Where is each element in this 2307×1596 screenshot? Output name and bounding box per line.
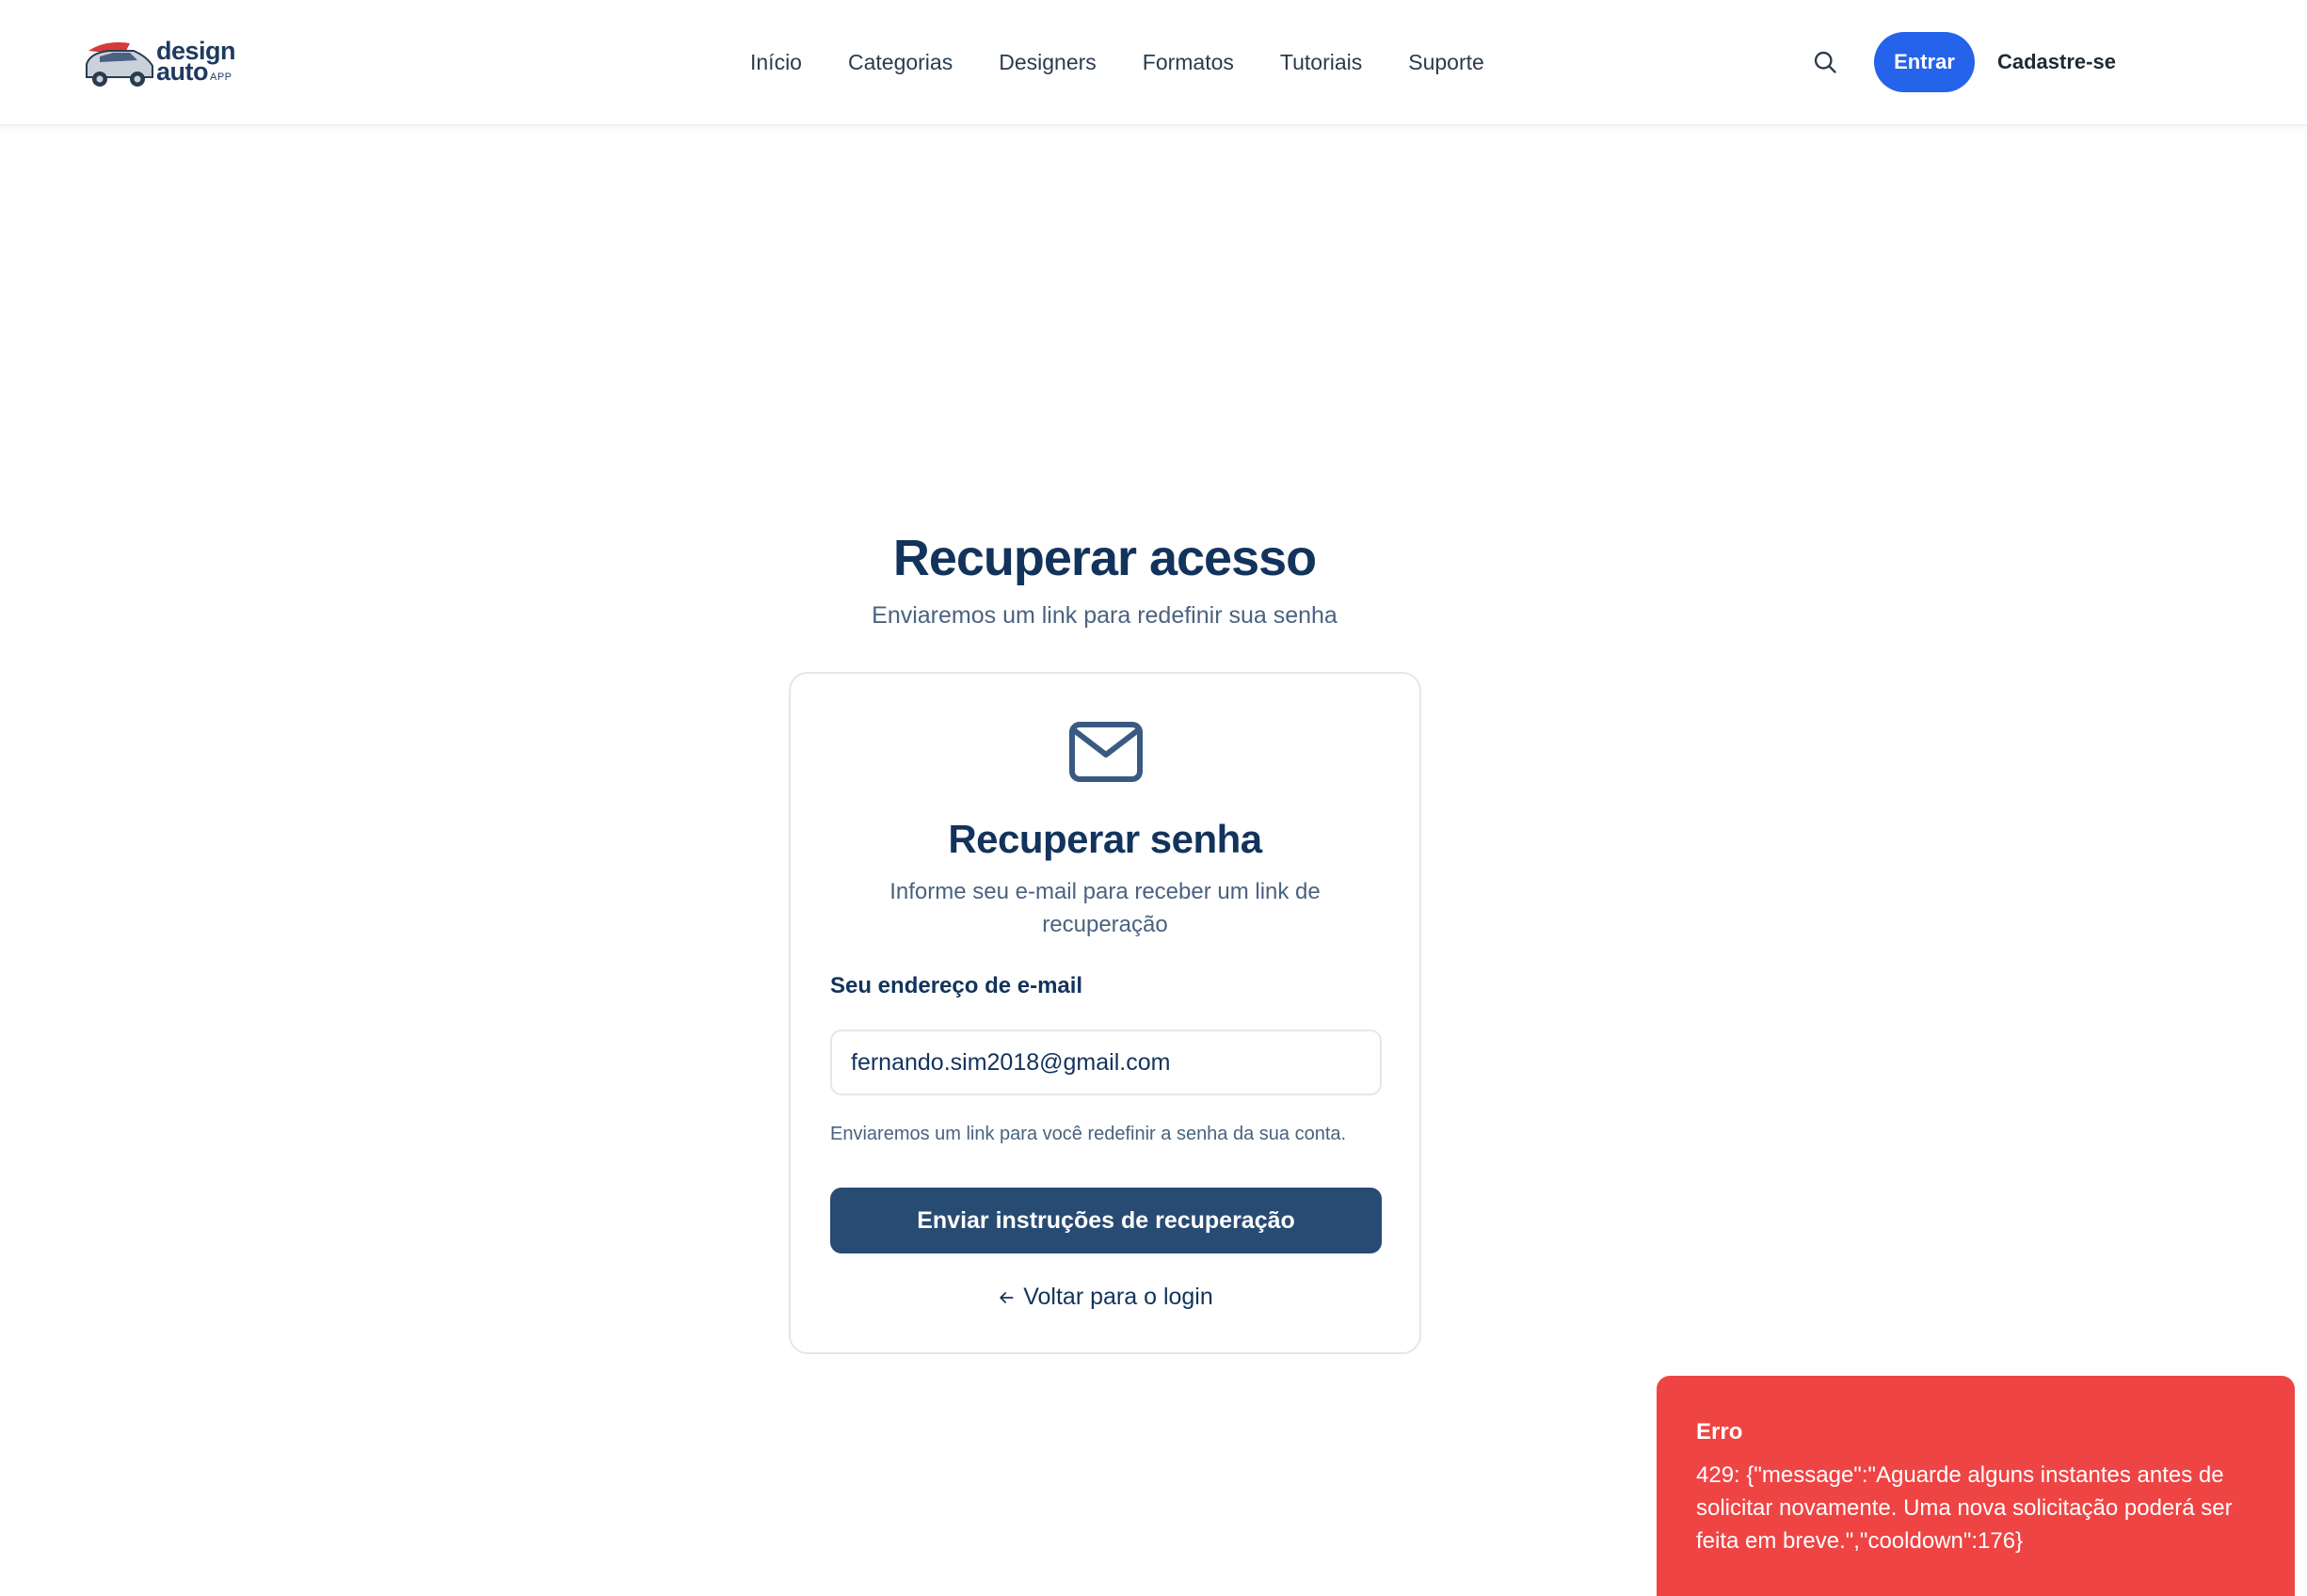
nav-item-inicio[interactable]: Início <box>750 50 802 75</box>
page-title: Recuperar acesso <box>892 530 1317 586</box>
nav-item-suporte[interactable]: Suporte <box>1408 50 1484 75</box>
main-nav: Início Categorias Designers Formatos Tut… <box>750 43 1484 81</box>
error-toast[interactable]: Erro 429: {"message":"Aguarde alguns ins… <box>1657 1376 2295 1596</box>
back-to-login-label: Voltar para o login <box>1023 1284 1213 1310</box>
search-icon <box>1814 51 1836 73</box>
back-to-login-link[interactable]: Voltar para o login <box>791 1284 1419 1311</box>
logo-suffix: APP <box>210 72 232 83</box>
toast-message: 429: {"message":"Aguarde alguns instante… <box>1696 1462 2233 1554</box>
nav-item-designers[interactable]: Designers <box>999 50 1097 75</box>
card-title: Recuperar senha <box>948 817 1262 861</box>
logo[interactable]: design auto APP <box>81 32 236 88</box>
nav-item-tutoriais[interactable]: Tutoriais <box>1280 50 1362 75</box>
email-helper-text: Enviaremos um link para você redefinir a… <box>830 1124 1347 1144</box>
logo-wordmark: design auto APP <box>156 39 236 88</box>
email-label: Seu endereço de e-mail <box>830 973 1083 998</box>
toast-title: Erro <box>1696 1419 1743 1444</box>
login-button[interactable]: Entrar <box>1874 32 1975 92</box>
nav-item-categorias[interactable]: Categorias <box>848 50 953 75</box>
logo-line2-text: auto <box>156 57 209 86</box>
recovery-card: Recuperar senha Informe seu e-mail para … <box>789 672 1421 1354</box>
search-button[interactable] <box>1808 45 1842 79</box>
signup-button[interactable]: Cadastre-se <box>1997 32 2120 92</box>
email-field[interactable] <box>830 1029 1382 1095</box>
site-header: design auto APP Início Categorias Designe… <box>0 0 2307 126</box>
logo-line2: auto APP <box>156 57 235 88</box>
card-description: Informe seu e-mail para receber um link … <box>889 879 1321 937</box>
mail-icon <box>1069 722 1143 782</box>
send-instructions-button[interactable]: Enviar instruções de recuperação <box>830 1188 1382 1253</box>
page-subtitle: Enviaremos um link para redefinir sua se… <box>872 602 1338 629</box>
car-logo-icon <box>86 42 153 87</box>
nav-item-formatos[interactable]: Formatos <box>1143 50 1234 75</box>
arrow-left-icon <box>997 1288 1016 1307</box>
